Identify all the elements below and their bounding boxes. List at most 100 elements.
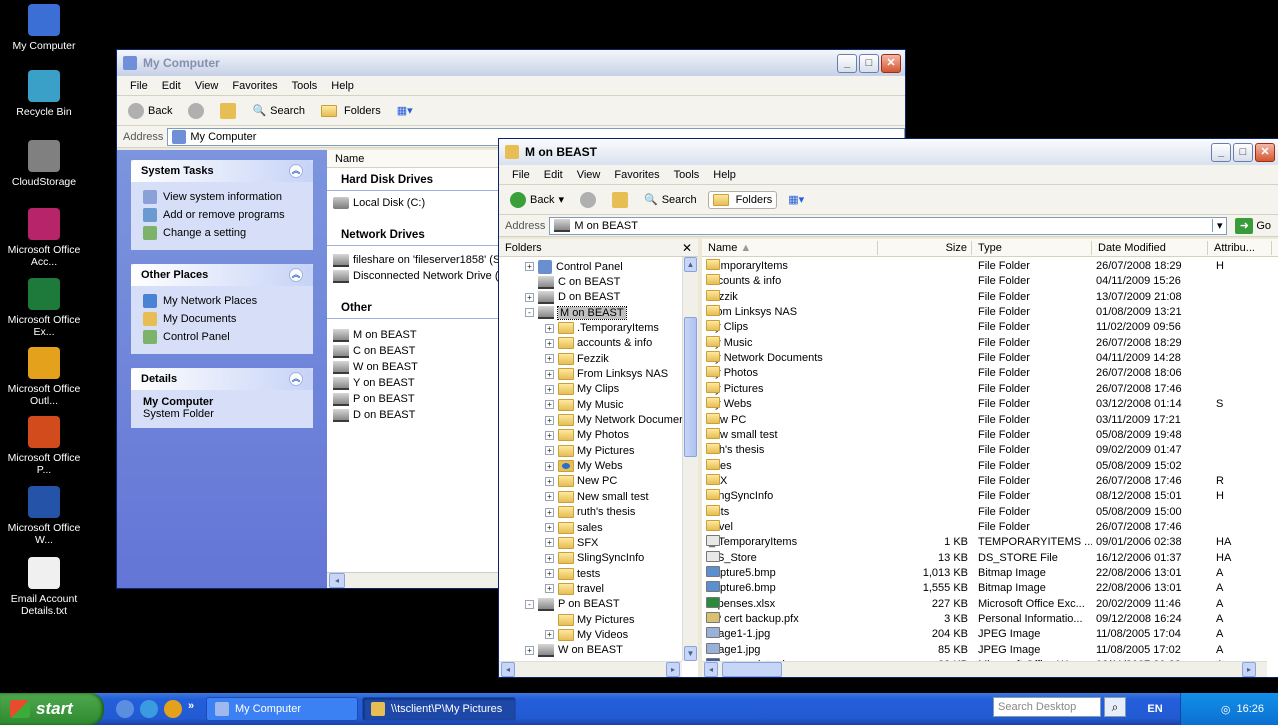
folders-button[interactable]: Folders	[316, 102, 386, 120]
file-row[interactable]: My Clips File Folder 11/02/2009 09:56	[702, 320, 1267, 335]
up-button[interactable]	[215, 100, 241, 122]
expand-node-icon[interactable]: +	[545, 430, 554, 440]
show-desktop-icon[interactable]	[116, 700, 134, 718]
file-list-horizontal-scrollbar[interactable]: ◂ ▸	[702, 661, 1267, 677]
tree-node[interactable]: + SFX	[499, 535, 682, 550]
start-button[interactable]: start	[0, 693, 104, 725]
expand-node-icon[interactable]: +	[525, 292, 534, 302]
menu-help[interactable]: Help	[706, 169, 743, 181]
minimize-button[interactable]: _	[1211, 143, 1231, 162]
expand-node-icon[interactable]: +	[525, 645, 534, 655]
file-row[interactable]: New small test File Folder 05/08/2009 19:4…	[702, 427, 1267, 443]
place-my-network-places[interactable]: My Network Places	[143, 292, 301, 310]
column-type[interactable]: Type	[972, 241, 1092, 255]
tree-node[interactable]: + My Webs	[499, 458, 682, 473]
expand-node-icon[interactable]: +	[545, 492, 554, 502]
file-row[interactable]: My Webs File Folder 03/12/2008 01:14 S	[702, 397, 1267, 412]
tree-node[interactable]: + New small test	[499, 489, 682, 504]
tree-node[interactable]: + From Linksys NAS	[499, 366, 682, 381]
address-input[interactable]: M on BEAST ▾	[549, 216, 1228, 235]
tree-node[interactable]: + .TemporaryItems	[499, 320, 682, 335]
tree-node[interactable]: -M on BEAST	[499, 305, 682, 320]
column-date[interactable]: Date Modified	[1092, 241, 1208, 255]
forward-button[interactable]	[575, 189, 601, 211]
file-row[interactable]: HP cert backup.pfx 3 KB Personal Informati…	[702, 612, 1267, 627]
expand-node-icon[interactable]: +	[545, 369, 554, 379]
views-button[interactable]: ▦▾	[392, 101, 418, 120]
file-row[interactable]: Capture5.bmp 1,013 KB Bitmap Image 22/08/20…	[702, 566, 1267, 581]
file-row[interactable]: Image1.jpg 85 KB JPEG Image 11/08/2005 17:0…	[702, 642, 1267, 658]
file-row[interactable]: accounts & info File Folder 04/11/2009 15:…	[702, 274, 1267, 289]
tree-node[interactable]: -P on BEAST	[499, 597, 682, 612]
expand-node-icon[interactable]: +	[545, 476, 554, 486]
up-button[interactable]	[607, 189, 633, 211]
collapse-node-icon[interactable]: -	[525, 308, 534, 318]
quick-launch-more-icon[interactable]: »	[188, 700, 194, 718]
search-button[interactable]: 🔍 Search	[247, 101, 310, 120]
scroll-right-icon[interactable]: ▸	[1242, 662, 1256, 677]
tree-node[interactable]: C on BEAST	[499, 274, 682, 289]
task-view-system-info[interactable]: View system information	[143, 188, 301, 206]
scroll-left-icon[interactable]: ◂	[329, 573, 345, 588]
close-button[interactable]: ✕	[1255, 143, 1275, 162]
desktop-icon[interactable]: Microsoft Office Acc...	[6, 208, 82, 268]
task-add-remove-programs[interactable]: Add or remove programs	[143, 206, 301, 224]
file-row[interactable]: From Linksys NAS File Folder 01/08/2009 13…	[702, 305, 1267, 320]
search-button[interactable]: 🔍 Search	[639, 190, 702, 209]
m-on-beast-window[interactable]: M on BEAST _ □ ✕ File Edit View Favorite…	[498, 138, 1278, 678]
taskbar-m-on-beast[interactable]: \\tsclient\P\My Pictures	[362, 697, 516, 721]
desktop-icon[interactable]: My Computer	[6, 4, 82, 52]
file-row[interactable]: Fezzik File Folder 13/07/2009 21:08	[702, 289, 1267, 305]
expand-node-icon[interactable]: +	[545, 354, 554, 364]
menu-file[interactable]: File	[123, 80, 155, 92]
tree-node[interactable]: + travel	[499, 581, 682, 596]
back-dropdown-icon[interactable]: ▾	[558, 193, 564, 206]
file-row[interactable]: tests File Folder 05/08/2009 15:00	[702, 504, 1267, 520]
desktop-icon[interactable]: Microsoft Office Ex...	[6, 278, 82, 338]
file-row[interactable]: My Music File Folder 26/07/2008 18:29	[702, 335, 1267, 351]
language-indicator[interactable]: EN	[1132, 693, 1178, 725]
internet-explorer-icon[interactable]	[140, 700, 158, 718]
tree-horizontal-scrollbar[interactable]: ◂ ▸	[499, 661, 682, 677]
menu-edit[interactable]: Edit	[155, 80, 188, 92]
search-desktop-button[interactable]: ⌕	[1104, 697, 1126, 717]
maximize-button[interactable]: □	[1233, 143, 1253, 162]
menu-help[interactable]: Help	[324, 80, 361, 92]
desktop-icon[interactable]: Recycle Bin	[6, 70, 82, 118]
tree-node[interactable]: + My Pictures	[499, 443, 682, 458]
file-row[interactable]: SlingSyncInfo File Folder 08/12/2008 15:01…	[702, 489, 1267, 504]
expand-node-icon[interactable]: +	[545, 538, 554, 548]
title-bar[interactable]: My Computer _ □ ✕	[117, 50, 905, 76]
menu-view[interactable]: View	[188, 80, 226, 92]
tree-node[interactable]: + sales	[499, 520, 682, 535]
file-row[interactable]: My Photos File Folder 26/07/2008 18:06	[702, 366, 1267, 381]
back-button[interactable]: Back ▾	[505, 189, 569, 211]
menu-file[interactable]: File	[505, 169, 537, 181]
menu-favorites[interactable]: Favorites	[225, 80, 284, 92]
file-row[interactable]: ruth's thesis File Folder 09/02/2009 01:47	[702, 443, 1267, 458]
collapse-node-icon[interactable]: -	[525, 599, 534, 609]
collapse-chevron-icon[interactable]: ︽	[289, 372, 303, 386]
file-row[interactable]: expenses.xlsx 227 KB Microsoft Office Exc.…	[702, 596, 1267, 612]
expand-node-icon[interactable]: +	[545, 523, 554, 533]
file-row[interactable]: travel File Folder 26/07/2008 17:46	[702, 519, 1267, 535]
scroll-down-icon[interactable]: ▼	[684, 646, 697, 661]
file-row[interactable]: .DS_Store 13 KB DS_STORE File 16/12/2006 01…	[702, 550, 1267, 566]
menu-tools[interactable]: Tools	[285, 80, 325, 92]
scroll-left-icon[interactable]: ◂	[704, 662, 718, 677]
tree-vertical-scrollbar[interactable]: ▲ ▼	[682, 257, 698, 661]
place-control-panel[interactable]: Control Panel	[143, 328, 301, 346]
folders-button[interactable]: Folders	[707, 190, 778, 209]
views-button[interactable]: ▦▾	[783, 190, 809, 209]
file-row[interactable]: sales File Folder 05/08/2009 15:02	[702, 458, 1267, 474]
maximize-button[interactable]: □	[859, 54, 879, 73]
place-my-documents[interactable]: My Documents	[143, 310, 301, 328]
back-button[interactable]: Back	[123, 100, 177, 122]
scroll-thumb[interactable]	[722, 662, 782, 677]
file-row[interactable]: New PC File Folder 03/11/2009 17:21	[702, 412, 1267, 428]
expand-node-icon[interactable]: +	[545, 553, 554, 563]
expand-node-icon[interactable]: +	[545, 630, 554, 640]
tray-network-icon[interactable]: ◎	[1221, 703, 1231, 716]
tree-node[interactable]: + ruth's thesis	[499, 505, 682, 520]
desktop-icon[interactable]: Microsoft Office Outl...	[6, 347, 82, 407]
